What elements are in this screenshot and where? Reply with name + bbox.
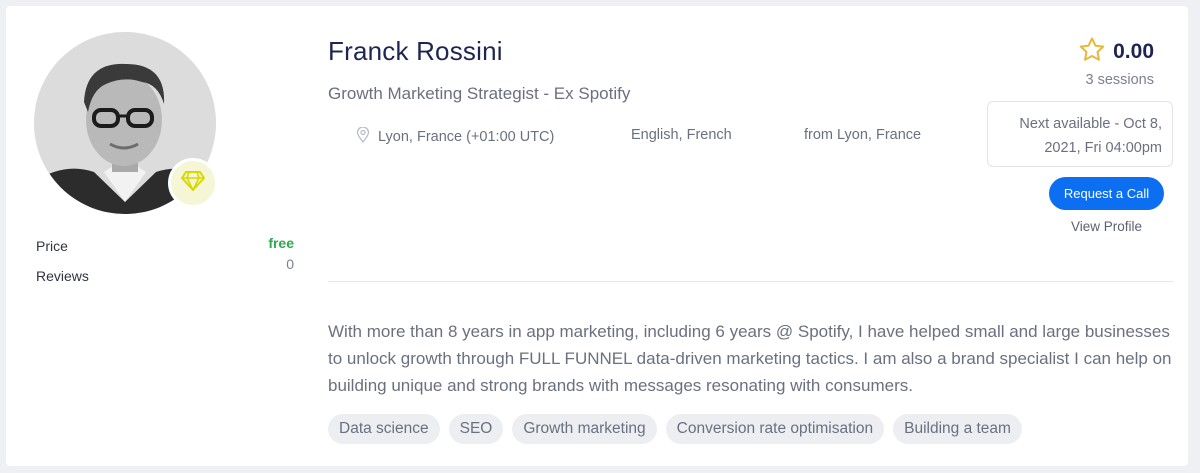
mentor-name[interactable]: Franck Rossini bbox=[328, 36, 503, 67]
tag-building-a-team[interactable]: Building a team bbox=[893, 414, 1022, 444]
map-pin-icon bbox=[356, 126, 378, 147]
sessions-count: 3 sessions bbox=[1085, 72, 1154, 88]
divider bbox=[328, 281, 1173, 282]
request-call-button[interactable]: Request a Call bbox=[1049, 177, 1164, 210]
diamond-icon bbox=[181, 170, 205, 196]
location-text: Lyon, France (+01:00 UTC) bbox=[378, 129, 555, 145]
location: Lyon, France (+01:00 UTC) bbox=[356, 126, 555, 147]
mentor-headline: Growth Marketing Strategist - Ex Spotify bbox=[328, 84, 631, 103]
rating-value: 0.00 bbox=[1113, 40, 1154, 63]
reviews-count: 0 bbox=[286, 256, 294, 272]
diamond-badge bbox=[168, 158, 218, 208]
next-availability: Next available - Oct 8, 2021, Fri 04:00p… bbox=[987, 101, 1173, 167]
tag-seo[interactable]: SEO bbox=[448, 414, 504, 444]
mentor-bio: With more than 8 years in app marketing,… bbox=[328, 322, 1172, 395]
tag-data-science[interactable]: Data science bbox=[328, 414, 440, 444]
origin: from Lyon, France bbox=[804, 127, 922, 143]
star-icon bbox=[1079, 37, 1105, 67]
tag-conversion-rate-optimisation[interactable]: Conversion rate optimisation bbox=[665, 414, 885, 444]
price-value: free bbox=[268, 235, 294, 251]
reviews-label: Reviews bbox=[36, 268, 89, 284]
view-profile-link[interactable]: View Profile bbox=[1049, 219, 1164, 234]
languages: English, French bbox=[631, 127, 732, 143]
tag-list: Data science SEO Growth marketing Conver… bbox=[328, 414, 1031, 444]
price-label: Price bbox=[36, 238, 68, 254]
rating: 0.00 bbox=[1079, 37, 1154, 67]
mentor-card: Price free Reviews 0 Franck Rossini Grow… bbox=[6, 6, 1188, 466]
tag-growth-marketing[interactable]: Growth marketing bbox=[512, 414, 657, 444]
